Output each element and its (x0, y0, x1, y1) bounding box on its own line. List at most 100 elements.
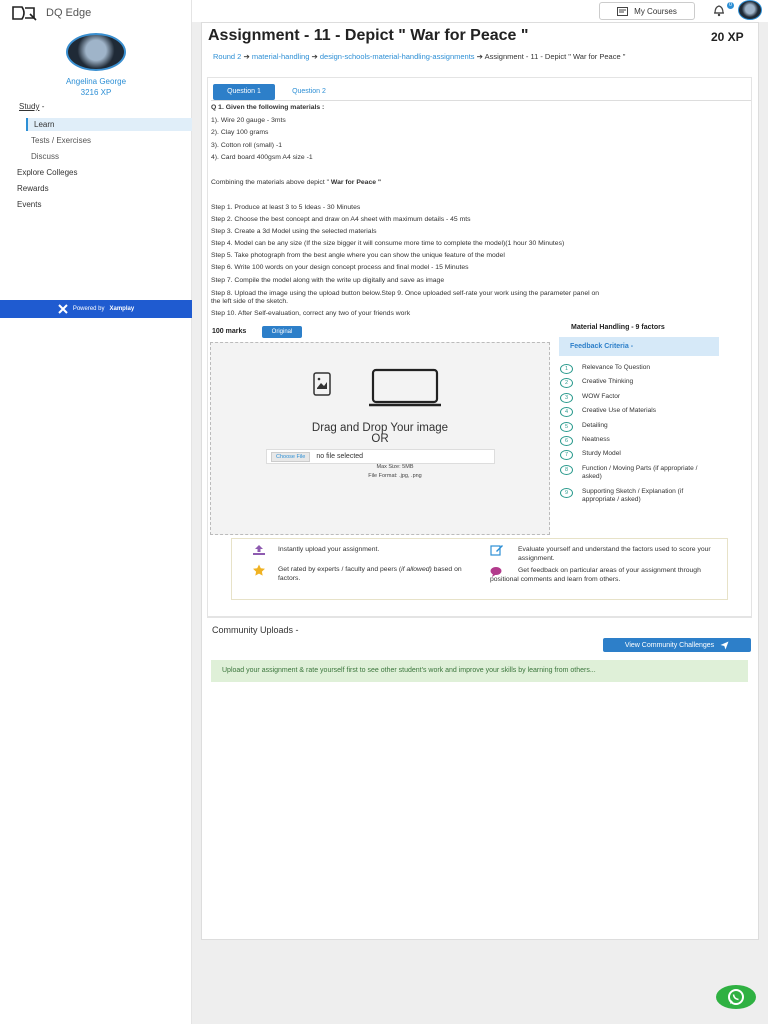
nav-learn[interactable]: Learn (26, 118, 192, 131)
criteria-heading: Material Handling - 9 factors (571, 324, 665, 331)
crumb-arrow-icon: ➔ (311, 52, 318, 61)
criteria-number-2: 2 (560, 378, 573, 388)
courses-icon (617, 6, 629, 16)
crumb-current: Assignment - 11 - Depict " War for Peace… (484, 52, 626, 61)
combine-prefix: Combining the materials above depict " (211, 179, 330, 186)
combine-bold: War for Peace " (329, 179, 382, 186)
choose-file-button[interactable]: Choose File (271, 451, 311, 462)
user-avatar[interactable] (66, 33, 126, 71)
criteria-item: 1 Relevance To Question (560, 364, 710, 374)
criteria-number-3: 3 (560, 393, 573, 403)
sidebar: DQ Edge Angelina George 3216 XP Study - … (0, 0, 192, 1024)
whatsapp-button[interactable] (716, 985, 756, 1009)
criteria-number-4: 4 (560, 407, 573, 417)
view-community-label: View Community Challenges (624, 641, 715, 649)
nav-tests[interactable]: Tests / Exercises (31, 136, 91, 145)
laptop-icon (369, 368, 441, 407)
material-item: 4). Card board 400gsm A4 size -1 (211, 154, 313, 161)
criteria-label: Neatness (582, 436, 610, 443)
step-item: the left side of the sketch. (211, 298, 289, 305)
step-item: Step 1. Produce at least 3 to 5 Ideas - … (211, 204, 361, 211)
step-item: Step 7. Compile the model along with the… (211, 277, 445, 284)
step-item: Step 4. Model can be any size (If the si… (211, 240, 565, 247)
user-name[interactable]: Angelina George (0, 77, 192, 86)
criteria-number-8: 8 (560, 465, 573, 475)
app-name: DQ Edge (46, 7, 92, 19)
nav-discuss[interactable]: Discuss (31, 152, 59, 161)
criteria-item: 6 Neatness (560, 436, 710, 446)
profile-avatar[interactable] (738, 0, 762, 20)
feature-evaluate: Evaluate yourself and understand the fac… (518, 546, 711, 562)
user-xp: 3216 XP (80, 88, 112, 97)
powered-prefix: Powered by (72, 306, 105, 312)
nav-rewards[interactable]: Rewards (17, 184, 49, 193)
max-size-note: Max Size: 5MB (376, 464, 414, 470)
star-icon (253, 564, 265, 576)
breadcrumb: Round 2 ➔ material-handling ➔ design-sch… (213, 52, 753, 61)
feature-rated: Get rated by experts / faculty and peers… (278, 565, 468, 583)
criteria-label: Creative Thinking (582, 378, 634, 385)
crumb-round[interactable]: Round 2 (213, 52, 241, 61)
nav-events[interactable]: Events (17, 200, 41, 209)
xamplay-icon (58, 304, 68, 314)
section-divider (207, 617, 752, 618)
feature-rated-italic: if allowed) (401, 566, 432, 573)
marks-label: 100 marks (212, 328, 247, 335)
nav-study[interactable]: Study - (19, 102, 44, 111)
community-heading: Community Uploads - (212, 625, 299, 635)
criteria-item: 4 Creative Use of Materials (560, 407, 710, 417)
question-heading: Q 1. Given the following materials : (211, 104, 324, 111)
criteria-label: Supporting Sketch / Explanation (if appr… (582, 488, 684, 503)
criteria-item: 2 Creative Thinking (560, 378, 710, 388)
criteria-item: 5 Detailing (560, 422, 710, 432)
dropzone-or: OR (371, 433, 389, 445)
material-item: 3). Cotton roll (small) -1 (211, 142, 283, 149)
edit-icon (490, 545, 503, 556)
combine-text: Combining the materials above depict " W… (211, 179, 381, 186)
step-item: Step 2. Choose the best concept and draw… (211, 216, 471, 223)
criteria-item: 7 Sturdy Model (560, 450, 710, 460)
material-item: 1). Wire 20 gauge - 3mts (211, 117, 286, 124)
criteria-item: 3 WOW Factor (560, 393, 710, 403)
criteria-number-6: 6 (560, 436, 573, 446)
nav-study-suffix: - (39, 102, 45, 111)
my-courses-button[interactable]: My Courses (599, 2, 695, 20)
brand[interactable]: DQ Edge (10, 4, 91, 22)
page-title: Assignment - 11 - Depict " War for Peace… (208, 27, 529, 44)
criteria-label: Creative Use of Materials (582, 407, 657, 414)
criteria-number-5: 5 (560, 422, 573, 432)
question-heading-text: Q 1. Given the following materials : (211, 104, 325, 111)
tab-question-1[interactable]: Question 1 (213, 84, 275, 100)
upload-icon (253, 545, 265, 555)
tab-question-2[interactable]: Question 2 (282, 84, 336, 100)
nav-explore-colleges[interactable]: Explore Colleges (17, 168, 77, 177)
view-community-button[interactable]: View Community Challenges (603, 638, 751, 652)
assignment-xp: 20 XP (711, 30, 744, 44)
crumb-assignments[interactable]: design-schools-material-handling-assignm… (320, 52, 475, 61)
criteria-label: Function / Moving Parts (if appropriate … (582, 465, 698, 480)
step-item: Step 6. Write 100 words on your design c… (211, 264, 469, 271)
no-file-text: no file selected (316, 453, 364, 460)
tab-divider (211, 100, 751, 101)
file-format-note: File Format: .jpg, .png (368, 473, 422, 479)
step-item: Step 8. Upload the image using the uploa… (211, 290, 600, 297)
my-courses-label: My Courses (634, 6, 677, 16)
step-item: Step 3. Create a 3d Model using the sele… (211, 228, 377, 235)
crumb-arrow-icon: ➔ (243, 52, 250, 61)
criteria-item: 8 Function / Moving Parts (if appropriate… (560, 465, 710, 481)
bell-icon[interactable] (712, 3, 726, 17)
crumb-category[interactable]: material-handling (252, 52, 310, 61)
feedback-criteria-header: Feedback Criteria - (559, 337, 719, 356)
file-input[interactable]: Choose File no file selected (266, 449, 495, 464)
original-button[interactable]: Original (262, 326, 302, 338)
criteria-label: Relevance To Question (582, 364, 651, 371)
phone-image-icon (313, 372, 331, 396)
material-item: 2). Clay 100 grams (211, 129, 269, 136)
powered-by-banner[interactable]: Powered by Xamplay (0, 300, 192, 318)
criteria-label: Detailing (582, 422, 608, 429)
feature-upload: Instantly upload your assignment. (278, 546, 380, 553)
powered-brand: Xamplay (109, 306, 135, 312)
community-message: Upload your assignment & rate yourself f… (211, 660, 748, 682)
step-item: Step 10. After Self-evaluation, correct … (211, 310, 411, 317)
dq-logo-icon (12, 6, 37, 21)
